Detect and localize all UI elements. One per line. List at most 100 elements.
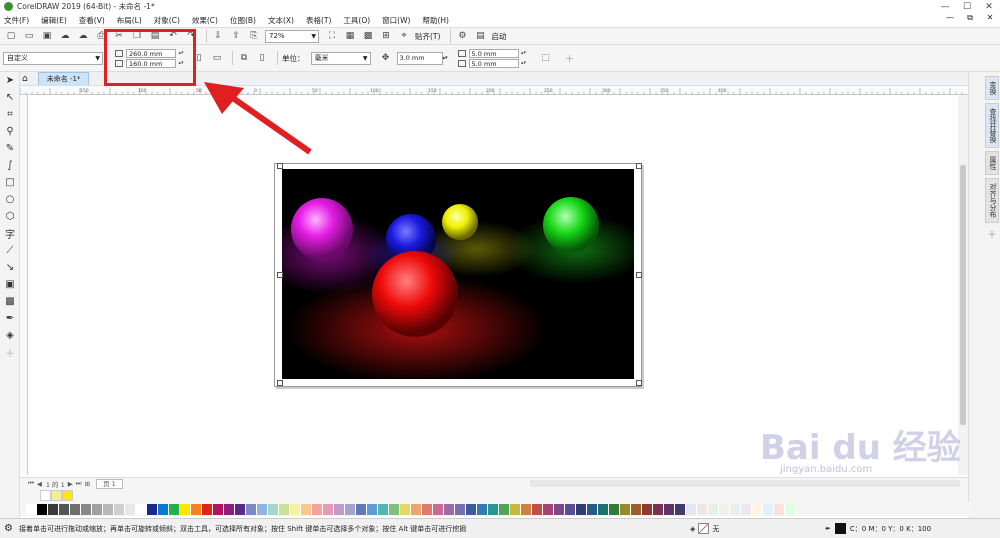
color-swatch[interactable] xyxy=(268,503,279,515)
color-swatch[interactable] xyxy=(653,503,664,515)
docker-add-icon[interactable]: ＋ xyxy=(987,226,1000,241)
ellipse-tool-icon[interactable]: ○ xyxy=(1,191,19,208)
portrait-icon[interactable]: ▯ xyxy=(192,51,206,65)
color-swatch[interactable] xyxy=(598,503,609,515)
prev-page-icon[interactable]: ◀ xyxy=(37,480,42,488)
publish-pdf-icon[interactable]: ⎘ xyxy=(247,29,261,43)
color-swatch[interactable] xyxy=(422,503,433,515)
horizontal-scrollbar[interactable] xyxy=(530,480,960,487)
nudge-distance-input[interactable]: 3.0 mm xyxy=(396,51,443,65)
selection-handle[interactable] xyxy=(277,272,283,278)
color-swatch[interactable] xyxy=(411,503,422,515)
zoom-tool-icon[interactable]: ⚲ xyxy=(1,123,19,140)
landscape-icon[interactable]: ▭ xyxy=(210,51,224,65)
color-swatch[interactable] xyxy=(367,503,378,515)
drop-shadow-icon[interactable]: ▣ xyxy=(1,276,19,293)
color-swatch[interactable] xyxy=(290,503,301,515)
color-swatch[interactable] xyxy=(312,503,323,515)
add-tool-icon[interactable]: ＋ xyxy=(1,344,19,361)
nudge-spinner[interactable]: ▴▾ xyxy=(443,55,448,61)
minimize-button[interactable]: — xyxy=(934,0,956,13)
color-swatch[interactable] xyxy=(499,503,510,515)
treat-as-filled-icon[interactable]: ⬚ xyxy=(539,51,553,65)
color-swatch[interactable] xyxy=(719,503,730,515)
selection-handle[interactable] xyxy=(277,380,283,386)
color-swatch[interactable] xyxy=(686,503,697,515)
doc-close-button[interactable]: ✕ xyxy=(980,13,1000,23)
fill-indicator[interactable]: ◈ 无 xyxy=(690,523,719,534)
current-page-icon[interactable]: ▯ xyxy=(255,51,269,65)
pick-tool-icon[interactable]: ➤ xyxy=(1,72,19,89)
color-swatch[interactable] xyxy=(543,503,554,515)
add-icon[interactable]: ＋ xyxy=(563,51,577,65)
color-swatch[interactable] xyxy=(609,503,620,515)
cloud-download-icon[interactable]: ☁ xyxy=(58,29,72,43)
guidelines-icon[interactable]: ⊞ xyxy=(379,29,393,43)
color-swatch[interactable] xyxy=(59,503,70,515)
color-swatch[interactable] xyxy=(631,503,642,515)
color-swatch[interactable] xyxy=(136,503,147,515)
snap-to-button[interactable]: 贴齐(T) xyxy=(415,31,440,42)
color-swatch[interactable] xyxy=(103,503,114,515)
export-icon[interactable]: ⇧ xyxy=(229,29,243,43)
outline-indicator[interactable]: ✒ C：0 M：0 Y：0 K：100 xyxy=(825,523,931,534)
dup-x-input[interactable]: 5.0 mm xyxy=(468,48,519,58)
transparency-tool-icon[interactable]: ▩ xyxy=(1,293,19,310)
color-swatch[interactable] xyxy=(785,503,796,515)
color-swatch[interactable] xyxy=(40,490,51,501)
color-swatch[interactable] xyxy=(301,503,312,515)
color-swatch[interactable] xyxy=(125,503,136,515)
tab-document[interactable]: 未命名 -1* xyxy=(37,72,90,85)
freehand-tool-icon[interactable]: ✎ xyxy=(1,140,19,157)
menu-bitmaps[interactable]: 位图(B) xyxy=(230,15,256,26)
color-swatch[interactable] xyxy=(576,503,587,515)
color-swatch[interactable] xyxy=(620,503,631,515)
color-swatch[interactable] xyxy=(565,503,576,515)
dup-y-input[interactable]: 5.0 mm xyxy=(468,58,519,68)
page-tab[interactable]: 页 1 xyxy=(96,478,123,489)
color-swatch[interactable] xyxy=(147,503,158,515)
color-swatch[interactable] xyxy=(510,503,521,515)
options-gear-icon[interactable]: ⚙ xyxy=(455,29,469,43)
grid-icon[interactable]: ▩ xyxy=(361,29,375,43)
next-page-icon[interactable]: ▶ xyxy=(68,480,73,488)
color-swatch[interactable] xyxy=(774,503,785,515)
vertical-ruler[interactable] xyxy=(20,95,28,475)
color-swatch[interactable] xyxy=(279,503,290,515)
color-swatch[interactable] xyxy=(741,503,752,515)
zoom-select[interactable]: 72% ▼ xyxy=(265,29,319,43)
color-swatch[interactable] xyxy=(48,503,59,515)
color-swatch[interactable] xyxy=(257,503,268,515)
color-swatch[interactable] xyxy=(356,503,367,515)
full-screen-icon[interactable]: ⛶ xyxy=(325,29,339,43)
color-swatch[interactable] xyxy=(51,490,62,501)
color-swatch[interactable] xyxy=(642,503,653,515)
cloud-upload-icon[interactable]: ☁ xyxy=(76,29,90,43)
selection-handle[interactable] xyxy=(636,163,642,169)
color-swatch[interactable] xyxy=(92,503,103,515)
doc-minimize-button[interactable]: — xyxy=(940,13,960,23)
color-swatch[interactable] xyxy=(477,503,488,515)
connector-tool-icon[interactable]: ↘ xyxy=(1,259,19,276)
scroll-thumb[interactable] xyxy=(960,165,966,425)
color-swatch[interactable] xyxy=(554,503,565,515)
color-swatch[interactable] xyxy=(708,503,719,515)
color-swatch[interactable] xyxy=(202,503,213,515)
first-page-icon[interactable]: ⏮ xyxy=(28,479,34,488)
add-page-icon[interactable]: ⊞ xyxy=(85,480,90,488)
interactive-fill-icon[interactable]: ◈ xyxy=(1,327,19,344)
menu-view[interactable]: 查看(V) xyxy=(79,15,105,26)
page-preset-select[interactable]: 自定义 ▼ xyxy=(3,51,103,65)
all-pages-icon[interactable]: ⧉ xyxy=(237,51,251,65)
paste-icon[interactable]: ▤ xyxy=(148,29,162,43)
close-button[interactable]: ✕ xyxy=(978,0,1000,13)
color-swatch[interactable] xyxy=(763,503,774,515)
page-height-input[interactable]: 160.0 mm xyxy=(126,58,176,68)
dup-x-spinner[interactable]: ▴▾ xyxy=(519,50,529,56)
height-spinner[interactable]: ▴▾ xyxy=(176,60,186,66)
color-swatch[interactable] xyxy=(345,503,356,515)
menu-layout[interactable]: 布局(L) xyxy=(117,15,142,26)
copy-icon[interactable]: ❐ xyxy=(130,29,144,43)
menu-window[interactable]: 窗口(W) xyxy=(382,15,410,26)
eyedropper-icon[interactable]: ✒ xyxy=(1,310,19,327)
